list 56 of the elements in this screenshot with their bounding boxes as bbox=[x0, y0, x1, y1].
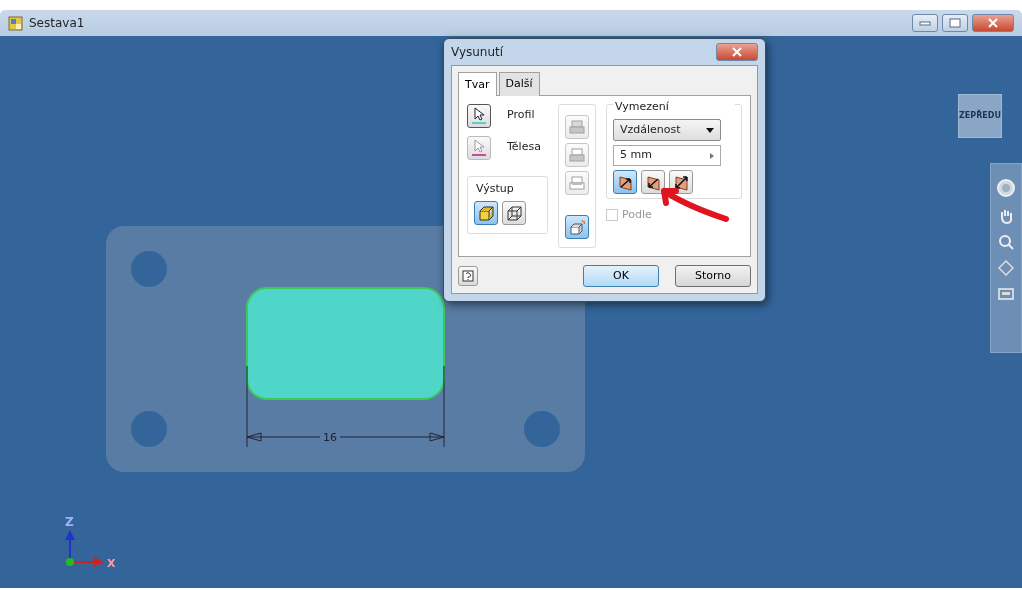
axis-triad-drawing bbox=[65, 530, 104, 567]
cube-icon bbox=[477, 204, 495, 222]
group-label: Výstup bbox=[474, 180, 516, 197]
output-button[interactable] bbox=[474, 201, 498, 225]
pan-hand-icon[interactable] bbox=[999, 208, 1013, 224]
group-label: Vymezení bbox=[613, 98, 735, 115]
ok-button[interactable]: OK bbox=[583, 265, 659, 287]
axis-label: X bbox=[107, 557, 116, 570]
triangle-icon bbox=[710, 152, 714, 159]
tab[interactable]: Další bbox=[498, 72, 540, 96]
help-icon bbox=[462, 270, 474, 282]
extrude-direction-icon bbox=[644, 173, 662, 191]
hole bbox=[131, 411, 167, 447]
close-icon bbox=[988, 18, 998, 28]
operation-button[interactable] bbox=[565, 214, 589, 239]
tab[interactable]: Tvar bbox=[458, 72, 497, 96]
viewcube[interactable]: ZEPŘEDU bbox=[958, 94, 1002, 138]
cube-icon bbox=[505, 204, 523, 222]
zoom-icon[interactable] bbox=[998, 234, 1014, 250]
window-title: Sestava1 bbox=[29, 15, 85, 32]
dropdown-arrow-icon bbox=[706, 127, 714, 133]
view-icon[interactable] bbox=[998, 286, 1014, 300]
output-button[interactable] bbox=[502, 201, 526, 225]
hole bbox=[524, 411, 560, 447]
maximize-button[interactable] bbox=[942, 14, 968, 32]
cursor-icon bbox=[471, 106, 487, 125]
extent-dropdown[interactable]: Vzdálenost bbox=[613, 119, 721, 141]
minimize-button[interactable] bbox=[912, 14, 938, 32]
dimension-label: 16 bbox=[323, 431, 337, 444]
assembly-icon bbox=[8, 15, 23, 31]
close-button[interactable] bbox=[716, 43, 758, 61]
direction-button[interactable] bbox=[669, 170, 693, 194]
extrude-direction-icon bbox=[672, 173, 690, 191]
close-button[interactable] bbox=[972, 14, 1014, 32]
distance-field[interactable]: 5 mm bbox=[613, 145, 721, 166]
extrude-direction-icon bbox=[616, 173, 634, 191]
selector-label: Profil bbox=[507, 107, 535, 124]
cursor-icon bbox=[471, 138, 487, 157]
direction-button[interactable] bbox=[613, 170, 637, 194]
dropdown-value: Vzdálenost bbox=[620, 121, 681, 138]
hole bbox=[131, 251, 167, 287]
help-button[interactable] bbox=[458, 266, 478, 286]
minimize-icon bbox=[919, 20, 931, 26]
selection-button[interactable] bbox=[467, 135, 491, 160]
cancel-button[interactable]: Storno bbox=[675, 265, 751, 287]
selector-label: Tělesa bbox=[507, 139, 541, 156]
field-value: 5 mm bbox=[620, 147, 652, 164]
axis-label: Z bbox=[65, 515, 74, 529]
steering-wheel-icon[interactable] bbox=[996, 178, 1016, 198]
orbit-icon[interactable] bbox=[998, 260, 1014, 276]
close-icon bbox=[732, 47, 742, 57]
checkbox-label: Podle bbox=[622, 207, 652, 223]
maximize-icon bbox=[949, 18, 961, 28]
dialog-title: Vysunutí bbox=[451, 44, 504, 61]
selection-button[interactable] bbox=[467, 103, 491, 128]
direction-button[interactable] bbox=[641, 170, 665, 194]
